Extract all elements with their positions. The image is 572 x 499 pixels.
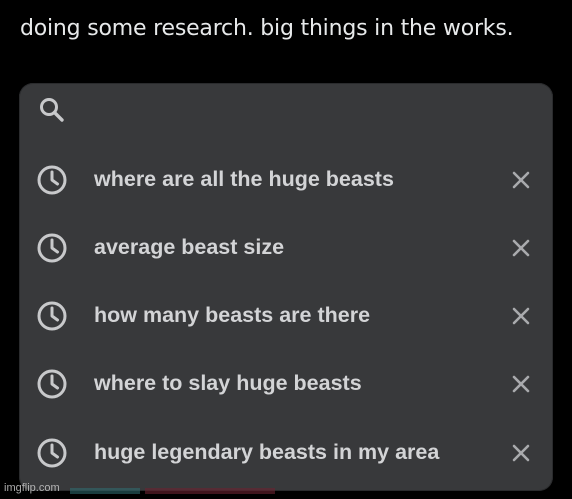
history-item-label: where to slay huge beasts: [94, 371, 362, 395]
close-icon[interactable]: [509, 236, 533, 260]
history-item[interactable]: how many beasts are there: [19, 281, 553, 349]
watermark: imgflip.com: [4, 482, 60, 494]
clock-icon: [37, 165, 67, 195]
clock-icon: [37, 233, 67, 263]
history-item-label: how many beasts are there: [94, 303, 371, 327]
post-caption: doing some research. big things in the w…: [20, 16, 514, 41]
history-item-label: huge legendary beasts in my area: [94, 440, 440, 464]
history-item[interactable]: where are all the huge beasts: [19, 145, 553, 213]
keyboard-edge-strip: [70, 488, 140, 494]
history-item-label: average beast size: [94, 235, 285, 259]
search-input[interactable]: [83, 95, 527, 127]
history-item-label: where are all the huge beasts: [94, 167, 394, 191]
close-icon[interactable]: [509, 441, 533, 465]
search-bar[interactable]: [19, 83, 553, 139]
history-item[interactable]: average beast size: [19, 213, 553, 281]
clock-icon: [37, 301, 67, 331]
clock-icon: [37, 369, 67, 399]
history-item[interactable]: where to slay huge beasts: [19, 349, 553, 417]
search-history-panel: where are all the huge beasts average be…: [19, 83, 553, 491]
close-icon[interactable]: [509, 168, 533, 192]
search-icon[interactable]: [37, 95, 67, 125]
close-icon[interactable]: [509, 372, 533, 396]
history-item[interactable]: huge legendary beasts in my area: [19, 418, 553, 486]
clock-icon: [37, 438, 67, 468]
keyboard-edge-strip: [145, 488, 275, 494]
close-icon[interactable]: [509, 304, 533, 328]
